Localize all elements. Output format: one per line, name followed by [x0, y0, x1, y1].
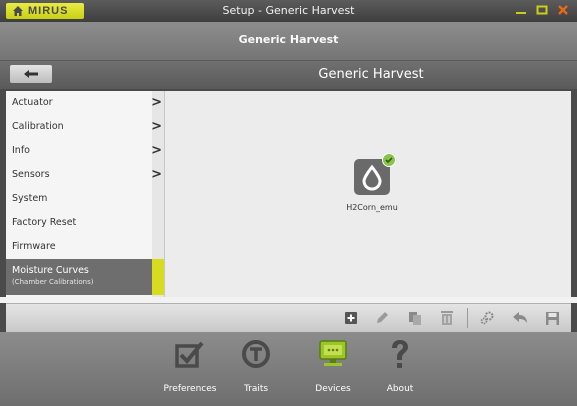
- sidebar-item-label: Factory Reset: [12, 217, 77, 228]
- sidebar-item-actuator[interactable]: Actuator >: [6, 91, 164, 115]
- back-button[interactable]: [10, 65, 52, 83]
- minimize-icon[interactable]: [513, 3, 529, 17]
- help-icon: [384, 338, 416, 370]
- sidebar-item-label: Firmware: [12, 241, 56, 252]
- sidebar-item-label: Calibration: [12, 121, 64, 132]
- device-label: H2Corn_emu: [346, 203, 398, 212]
- chevron-right-icon: >: [151, 143, 162, 158]
- checklist-icon: [174, 338, 206, 370]
- water-drop-icon: [354, 153, 396, 195]
- nav-label: Traits: [243, 384, 269, 394]
- traits-icon: [240, 338, 272, 370]
- page-title: Generic Harvest: [318, 67, 424, 82]
- nav-label: Preferences: [163, 384, 217, 394]
- nav-label: About: [386, 384, 414, 394]
- add-icon[interactable]: [342, 309, 360, 327]
- toolbar-separator: [467, 308, 468, 328]
- chevron-right-icon: >: [151, 95, 162, 110]
- sidebar-item-label: System: [12, 193, 48, 204]
- sidebar-item-calibration[interactable]: Calibration >: [6, 115, 164, 139]
- nav-preferences[interactable]: Preferences: [160, 338, 220, 394]
- window-title-bar: MIRUS Setup - Generic Harvest: [0, 0, 577, 22]
- sidebar-item-system[interactable]: System: [6, 187, 164, 211]
- window-title: Setup - Generic Harvest: [222, 4, 355, 17]
- edit-icon[interactable]: [373, 309, 391, 327]
- sidebar-item-info[interactable]: Info >: [6, 139, 164, 163]
- status-ok-icon: [382, 153, 396, 167]
- sidebar-item-label: Moisture Curves: [12, 265, 89, 276]
- devices-icon: [317, 338, 349, 370]
- close-icon[interactable]: [555, 3, 571, 17]
- nav-label: Devices: [315, 384, 351, 394]
- sidebar-item-sublabel: (Chamber Calibrations): [12, 278, 94, 286]
- main-panel: H2Corn_emu: [165, 91, 571, 297]
- save-icon[interactable]: [543, 309, 561, 327]
- nav-traits[interactable]: Traits: [226, 338, 286, 394]
- active-item-marker: [152, 259, 164, 295]
- subheader-title: Generic Harvest: [238, 33, 339, 46]
- device-tile[interactable]: H2Corn_emu: [342, 153, 402, 212]
- chevron-right-icon: >: [151, 167, 162, 182]
- sidebar-item-label: Sensors: [12, 169, 50, 180]
- sidebar: Actuator > Calibration > Info > Sensors …: [6, 91, 165, 297]
- sidebar-item-sensors[interactable]: Sensors >: [6, 163, 164, 187]
- back-arrow-icon: [24, 70, 38, 78]
- copy-icon[interactable]: [406, 309, 424, 327]
- bottom-nav: Preferences Traits Devices About: [0, 332, 577, 406]
- chevron-right-icon: >: [151, 119, 162, 134]
- sidebar-item-factory-reset[interactable]: Factory Reset: [6, 211, 164, 235]
- action-toolbar: [6, 303, 571, 332]
- sidebar-item-label: Info: [12, 145, 30, 156]
- delete-icon[interactable]: [438, 309, 456, 327]
- nav-about[interactable]: About: [370, 338, 430, 394]
- nav-devices[interactable]: Devices: [303, 338, 363, 394]
- maximize-icon[interactable]: [534, 3, 550, 17]
- subheader-bar: Generic Harvest: [0, 22, 577, 61]
- page-header: Generic Harvest: [0, 61, 577, 89]
- settings-icon[interactable]: [478, 309, 496, 327]
- sidebar-item-moisture-curves[interactable]: Moisture Curves (Chamber Calibrations): [6, 259, 164, 295]
- sidebar-item-firmware[interactable]: Firmware: [6, 235, 164, 259]
- undo-icon[interactable]: [511, 309, 529, 327]
- sidebar-item-label: Actuator: [12, 97, 53, 108]
